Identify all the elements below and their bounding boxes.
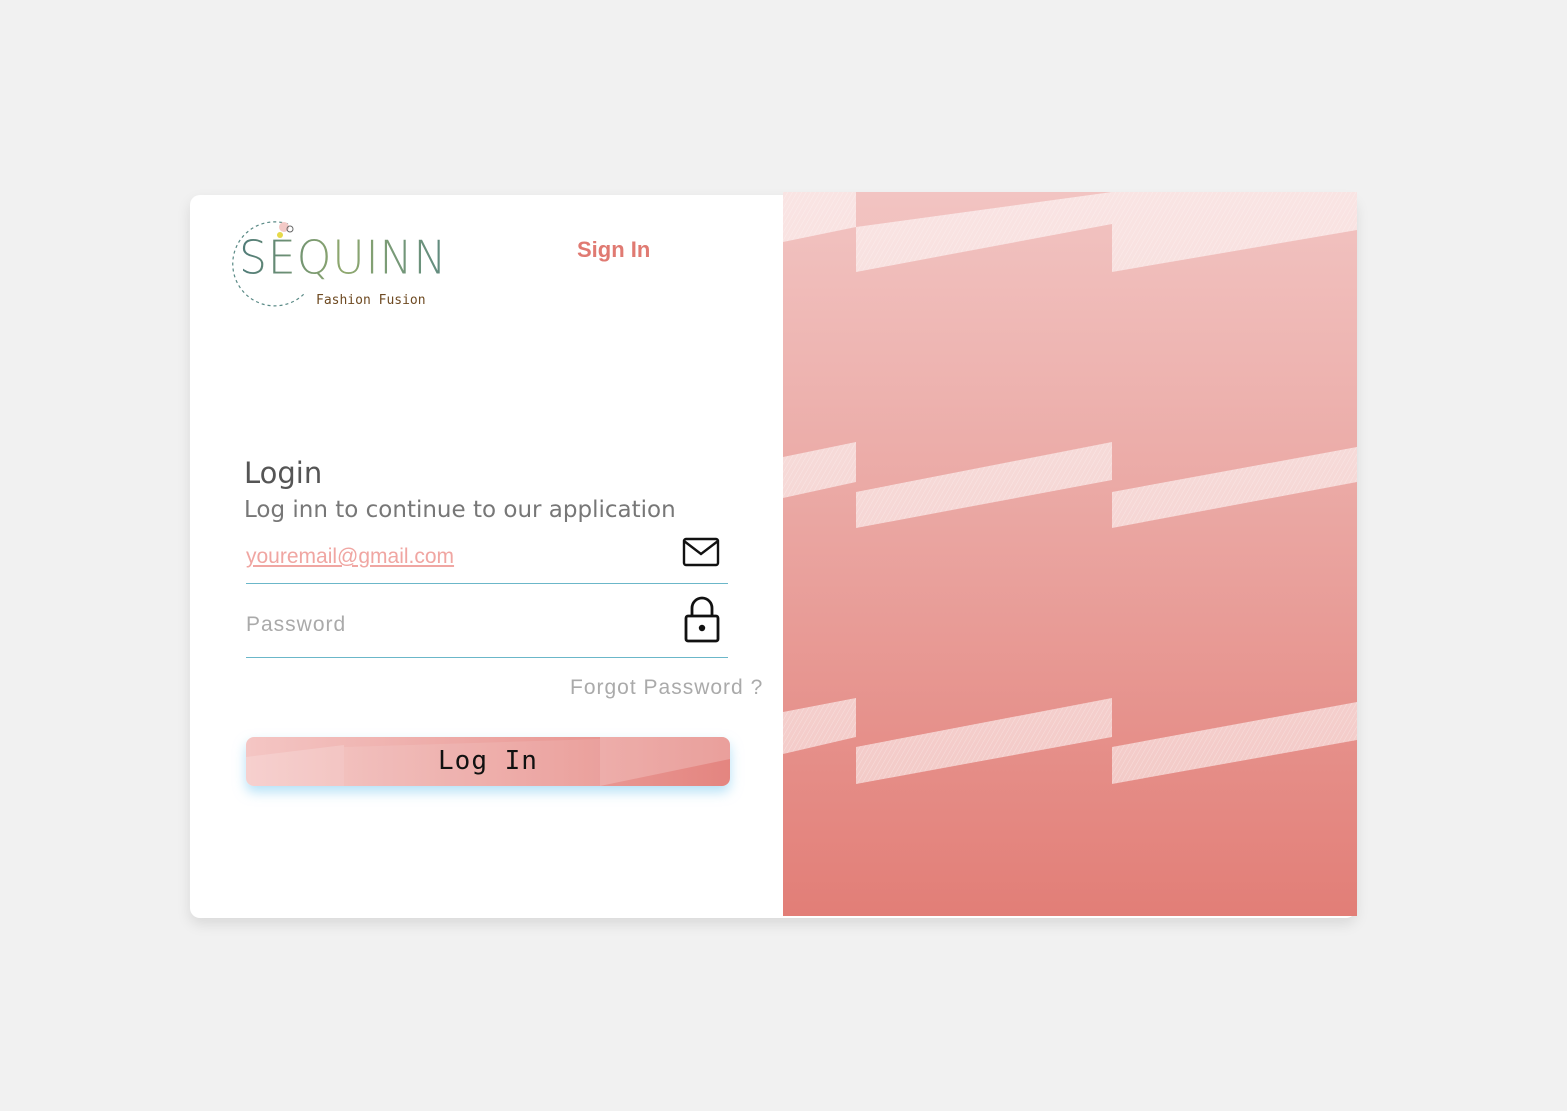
page-title: Login	[244, 456, 323, 490]
lock-icon	[684, 596, 720, 643]
brand-logo: SEQUINN Fashion Fusion	[226, 217, 446, 312]
decorative-banner	[783, 192, 1357, 916]
email-input[interactable]	[246, 537, 666, 577]
password-input[interactable]	[246, 605, 666, 645]
login-button-label: Log In	[438, 746, 538, 776]
page-subtitle: Log inn to continue to our application	[244, 497, 676, 523]
email-underline	[246, 583, 728, 584]
brand-name: SEQUINN	[239, 231, 448, 286]
mail-icon	[682, 537, 720, 567]
login-panel: SEQUINN Fashion Fusion Sign In Login Log…	[190, 195, 783, 918]
password-field	[246, 596, 728, 658]
forgot-password-link[interactable]: Forgot Password ?	[570, 676, 763, 700]
login-button[interactable]: Log In	[246, 737, 730, 786]
brand-tagline: Fashion Fusion	[316, 293, 426, 308]
email-field	[246, 537, 728, 584]
password-underline	[246, 657, 728, 658]
sign-in-link[interactable]: Sign In	[577, 237, 650, 263]
banner-stripe-pattern	[783, 192, 1357, 784]
